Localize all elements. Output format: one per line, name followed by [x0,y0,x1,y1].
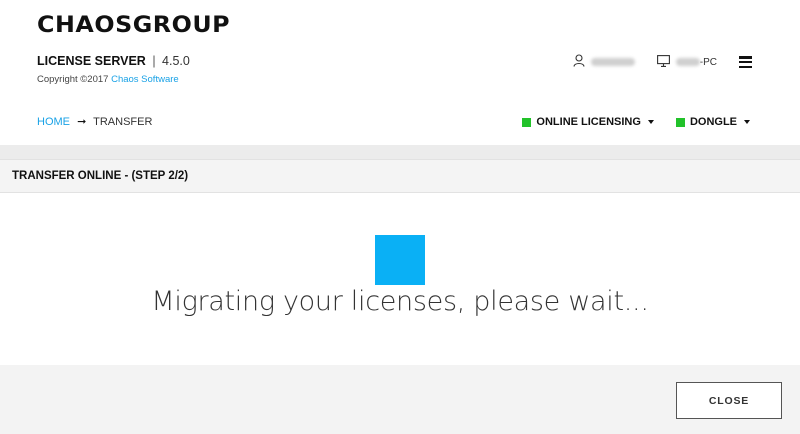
progress-message: Migrating your licenses, please wait... [151,286,649,317]
company-link[interactable]: Chaos Software [111,74,179,85]
app-name: LICENSE SERVER [37,54,146,68]
app-title: LICENSE SERVER | 4.5.0 [37,54,190,68]
dongle-dropdown[interactable]: DONGLE [675,116,750,128]
app-version: 4.5.0 [162,54,190,68]
close-button[interactable]: CLOSE [676,382,782,419]
copyright-text: Copyright ©2017 [37,74,109,85]
title-separator: | [152,54,156,68]
online-licensing-dropdown[interactable]: ONLINE LICENSING [522,116,654,128]
computer-name: -PC [656,54,717,70]
breadcrumb-home[interactable]: HOME [37,116,70,128]
chevron-down-icon [647,120,654,124]
status-area: ONLINE LICENSING DONGLE [522,116,750,128]
dialog-footer: CLOSE [0,365,800,434]
breadcrumb: HOME ➞ TRANSFER [37,115,152,128]
dongle-status-indicator [675,117,685,127]
logo-text: CHAOSGROUP [37,13,231,38]
section-header: TRANSFER ONLINE - (STEP 2/2) [0,159,800,193]
header-divider [0,145,800,159]
pc-suffix: -PC [699,56,717,68]
loading-spinner [375,235,425,285]
breadcrumb-current: TRANSFER [93,116,153,128]
monitor-icon [656,54,670,70]
copyright: Copyright ©2017 Chaos Software [37,74,179,85]
hamburger-menu-icon[interactable] [739,56,752,68]
chaosgroup-logo: CHAOSGROUP [37,14,230,38]
chevron-down-icon [744,120,750,124]
dongle-label: DONGLE [689,116,737,128]
user-area: -PC [573,54,752,70]
pc-name-redacted [675,58,700,66]
user-icon [573,54,585,70]
user-account[interactable] [573,54,635,70]
online-licensing-label: ONLINE LICENSING [536,116,641,128]
section-title: TRANSFER ONLINE - (STEP 2/2) [12,170,189,182]
breadcrumb-arrow-icon: ➞ [77,116,87,128]
progress-content: Migrating your licenses, please wait... [0,193,800,365]
online-status-indicator [522,117,532,127]
username-redacted [590,58,635,66]
